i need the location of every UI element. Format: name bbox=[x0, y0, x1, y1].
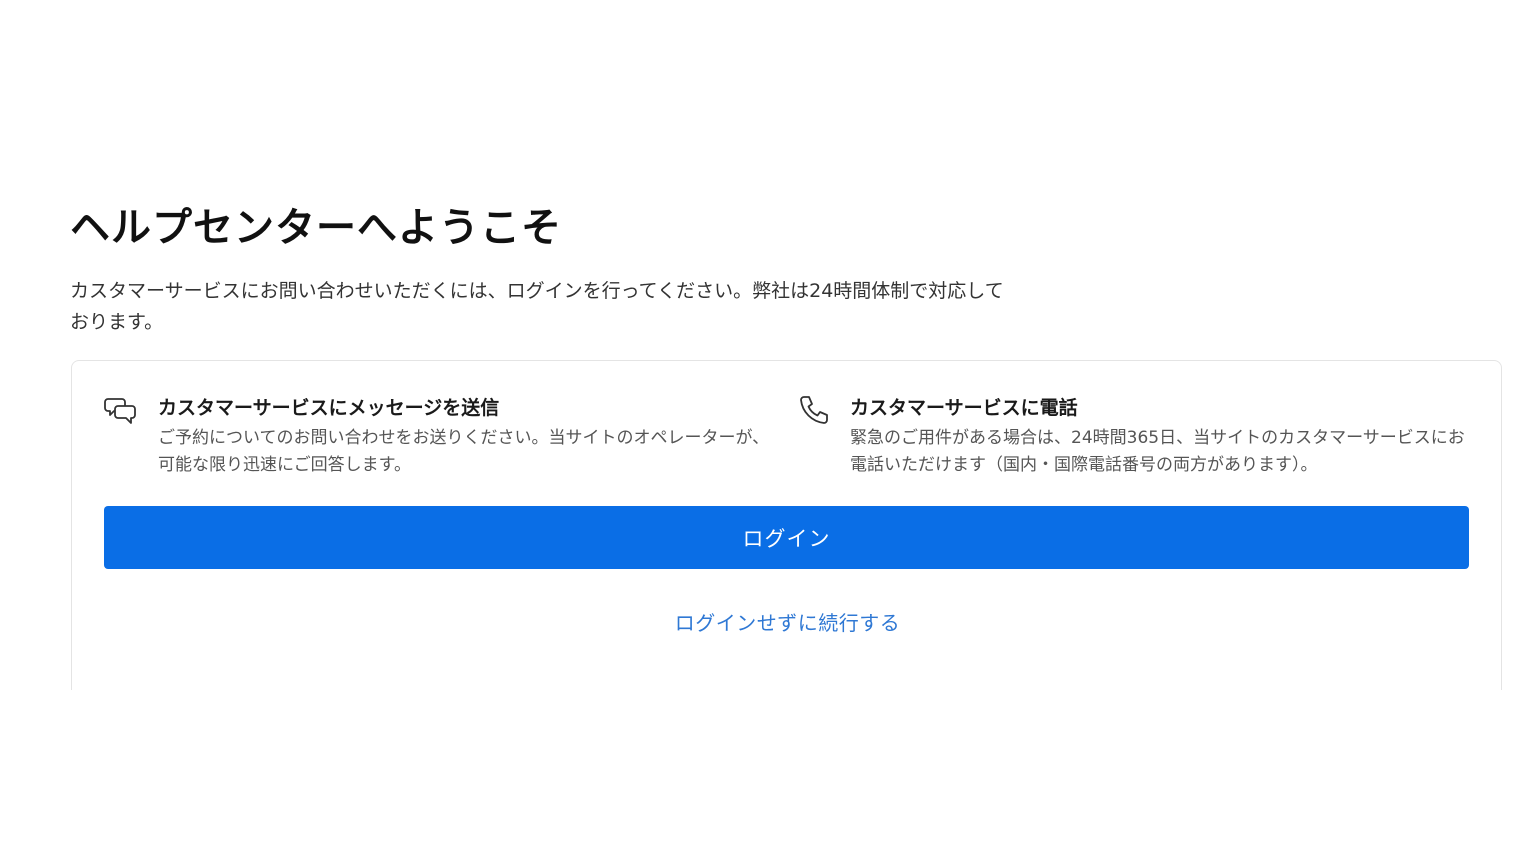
contact-card: カスタマーサービスにメッセージを送信 ご予約についてのお問い合わせをお送りくださ… bbox=[71, 360, 1502, 690]
phone-option-description: 緊急のご用件がある場合は、24時間365日、当サイトのカスタマーサービスにお電話… bbox=[850, 428, 1465, 475]
chat-bubbles-icon bbox=[104, 393, 144, 433]
login-button[interactable]: ログイン bbox=[104, 506, 1469, 569]
phone-option: カスタマーサービスに電話 緊急のご用件がある場合は、24時間365日、当サイトの… bbox=[796, 391, 1476, 479]
message-option-title: カスタマーサービスにメッセージを送信 bbox=[158, 397, 500, 419]
intro-text: カスタマーサービスにお問い合わせいただくには、ログインを行ってください。弊社は2… bbox=[70, 280, 1004, 333]
phone-option-title: カスタマーサービスに電話 bbox=[850, 397, 1078, 419]
page-title: ヘルプセンターへようこそ bbox=[70, 205, 562, 251]
message-option-description: ご予約についてのお問い合わせをお送りください。当サイトのオペレーターが、可能な限… bbox=[158, 428, 770, 475]
help-center-page: ヘルプセンターへようこそ カスタマーサービスにお問い合わせいただくには、ログイン… bbox=[0, 0, 1536, 864]
message-option: カスタマーサービスにメッセージを送信 ご予約についてのお問い合わせをお送りくださ… bbox=[104, 391, 784, 479]
continue-without-login-link[interactable]: ログインせずに続行する bbox=[72, 607, 1503, 636]
phone-icon bbox=[796, 393, 836, 433]
